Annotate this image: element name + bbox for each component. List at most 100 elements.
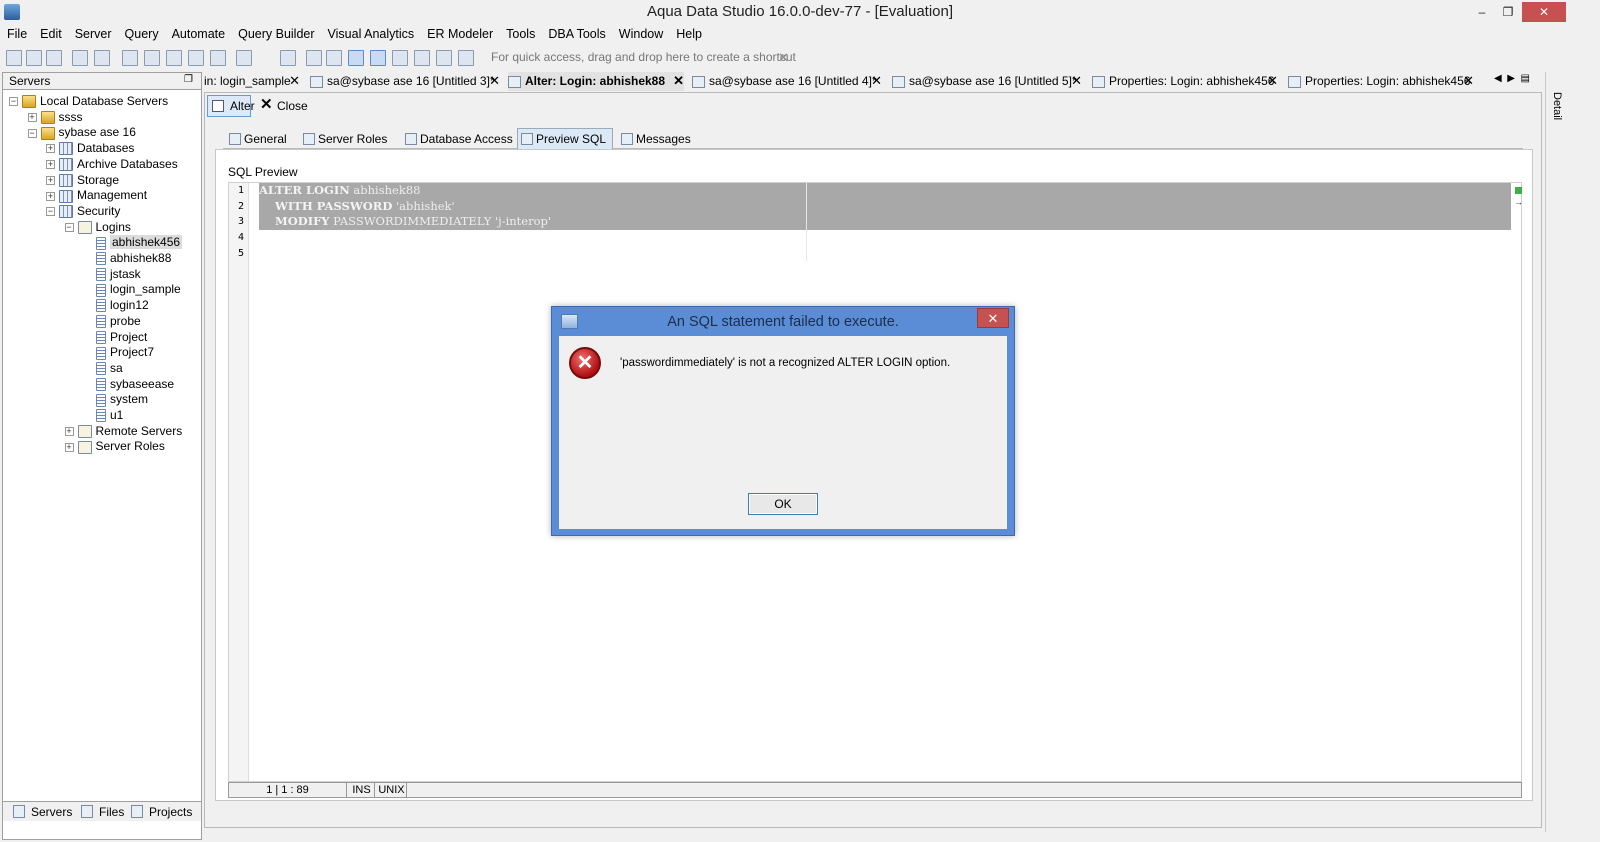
schema-icon[interactable] [210, 50, 226, 66]
tree-node[interactable]: − Security [46, 203, 120, 219]
collapse-icon[interactable]: − [9, 97, 18, 107]
split-view-icon[interactable] [326, 50, 342, 66]
menu-er-modeler[interactable]: ER Modeler [420, 24, 499, 41]
window-close-button[interactable]: ✕ [1522, 2, 1566, 22]
menu-window[interactable]: Window [612, 24, 669, 41]
panel-restore-icon[interactable]: ❐ [184, 74, 193, 85]
menu-server[interactable]: Server [68, 24, 118, 41]
expand-icon[interactable]: + [46, 160, 55, 170]
tab-preview-sql[interactable]: Preview SQL [517, 128, 613, 149]
menu-tools[interactable]: Tools [499, 24, 541, 41]
tree-node[interactable]: login12 [83, 297, 149, 313]
tree-node[interactable]: abhishek88 [83, 250, 171, 266]
minimize-button[interactable]: – [1468, 2, 1496, 22]
tab-messages[interactable]: Messages [617, 128, 692, 149]
details-side-panel[interactable]: Detail [1545, 72, 1567, 832]
tab-scroll-right-icon[interactable]: ▶ [1507, 73, 1515, 84]
tab-scroll-left-icon[interactable]: ◀ [1494, 73, 1502, 84]
tab-general[interactable]: General [225, 128, 288, 149]
menu-file[interactable]: File [0, 24, 33, 41]
tree-node[interactable]: jstask [83, 266, 141, 282]
ok-button[interactable]: OK [748, 493, 818, 515]
menu-automate[interactable]: Automate [165, 24, 232, 41]
grid-view-icon[interactable] [306, 50, 322, 66]
menu-help[interactable]: Help [669, 24, 708, 41]
tab-files[interactable]: Files [99, 805, 124, 819]
tab-projects[interactable]: Projects [149, 805, 192, 819]
compare-icon[interactable] [188, 50, 204, 66]
tree-node[interactable]: Project7 [83, 344, 154, 360]
copy-icon[interactable] [280, 50, 296, 66]
tree-node[interactable]: + Storage [46, 172, 119, 188]
tab-close-icon[interactable]: ✕ [1463, 72, 1474, 90]
tab-server-roles[interactable]: Server Roles [299, 128, 388, 149]
tree-node[interactable]: sybaseease [83, 376, 174, 392]
tree-node[interactable]: probe [83, 313, 141, 329]
tab-close-icon[interactable]: ✕ [1267, 72, 1278, 90]
dialog-close-button[interactable]: ✕ [977, 308, 1009, 328]
query-builder-icon[interactable] [166, 50, 182, 66]
tab-close-icon[interactable]: ✕ [489, 72, 500, 90]
tab-close-icon[interactable]: ✕ [289, 72, 300, 90]
editor-tab-active[interactable]: Alter: Login: abhishek88 ✕ [508, 72, 684, 91]
layout-e-icon[interactable] [436, 50, 452, 66]
expand-icon[interactable]: + [46, 175, 55, 185]
connect-icon[interactable] [72, 50, 88, 66]
tree-node[interactable]: + Server Roles [64, 438, 165, 454]
tab-close-icon[interactable]: ✕ [871, 72, 882, 90]
tree-node[interactable]: − Logins [64, 219, 131, 235]
tree-node[interactable]: + Databases [46, 140, 134, 156]
new-document-icon[interactable] [236, 50, 252, 66]
expand-icon[interactable]: + [27, 113, 37, 123]
tree-node[interactable]: + Remote Servers [64, 423, 182, 439]
editor-tab[interactable]: sa@sybase ase 16 [Untitled 5]* ✕ [892, 72, 1082, 91]
tab-database-access[interactable]: Database Access [401, 128, 514, 149]
tab-close-icon[interactable]: ✕ [1071, 72, 1082, 90]
tree-node[interactable]: + Management [46, 187, 147, 203]
layout-f-icon[interactable] [458, 50, 474, 66]
layout-a-icon[interactable] [348, 50, 364, 66]
tree-node[interactable]: + ssss [27, 109, 83, 125]
close-button[interactable]: ✕ Close [259, 95, 308, 117]
menu-edit[interactable]: Edit [33, 24, 68, 41]
restore-button[interactable]: ❐ [1494, 2, 1522, 22]
collapse-icon[interactable]: − [46, 207, 55, 217]
tree-node[interactable]: u1 [83, 407, 123, 423]
tree-node[interactable]: Project [83, 329, 147, 345]
tab-servers[interactable]: Servers [31, 805, 72, 819]
menu-visual-analytics[interactable]: Visual Analytics [321, 24, 421, 41]
edit-server-icon[interactable] [46, 50, 62, 66]
tree-node[interactable]: − Local Database Servers [9, 93, 168, 109]
tree-node[interactable]: login_sample [83, 281, 181, 297]
editor-tab[interactable]: Properties: Login: abhishek456 ✕ [1092, 72, 1278, 91]
tree-node[interactable]: + Archive Databases [46, 156, 178, 172]
query-window-icon[interactable] [144, 50, 160, 66]
editor-tab[interactable]: Properties: Login: abhishek456 ✕ [1288, 72, 1474, 91]
layout-d-icon[interactable] [414, 50, 430, 66]
query-analyzer-icon[interactable] [122, 50, 138, 66]
tree-node[interactable]: sa [83, 360, 123, 376]
menu-query[interactable]: Query [118, 24, 165, 41]
collapse-icon[interactable]: − [27, 128, 37, 138]
menu-dba-tools[interactable]: DBA Tools [541, 24, 611, 41]
alter-button[interactable]: Alter [207, 95, 255, 117]
editor-tab[interactable]: sa@sybase ase 16 [Untitled 3]* ✕ [310, 72, 500, 91]
tab-close-icon[interactable]: ✕ [673, 72, 684, 90]
layout-c-icon[interactable] [392, 50, 408, 66]
tab-list-icon[interactable]: ▤ [1521, 73, 1530, 84]
expand-icon[interactable]: + [46, 144, 55, 154]
unregister-server-icon[interactable] [26, 50, 42, 66]
expand-icon[interactable]: + [46, 191, 55, 201]
editor-tab[interactable]: in: login_sample ✕ [204, 72, 300, 91]
disconnect-icon[interactable] [94, 50, 110, 66]
layout-b-icon[interactable] [370, 50, 386, 66]
menu-query-builder[interactable]: Query Builder [231, 24, 320, 41]
register-server-icon[interactable] [6, 50, 22, 66]
tree-node[interactable]: system [83, 391, 148, 407]
collapse-icon[interactable]: − [64, 222, 74, 232]
hint-close-icon[interactable]: ✕ [778, 50, 789, 66]
expand-icon[interactable]: + [64, 442, 74, 452]
tree-node[interactable]: − sybase ase 16 [27, 124, 136, 140]
editor-tab[interactable]: sa@sybase ase 16 [Untitled 4]* ✕ [692, 72, 882, 91]
tree-node[interactable]: abhishek456 [83, 234, 183, 250]
